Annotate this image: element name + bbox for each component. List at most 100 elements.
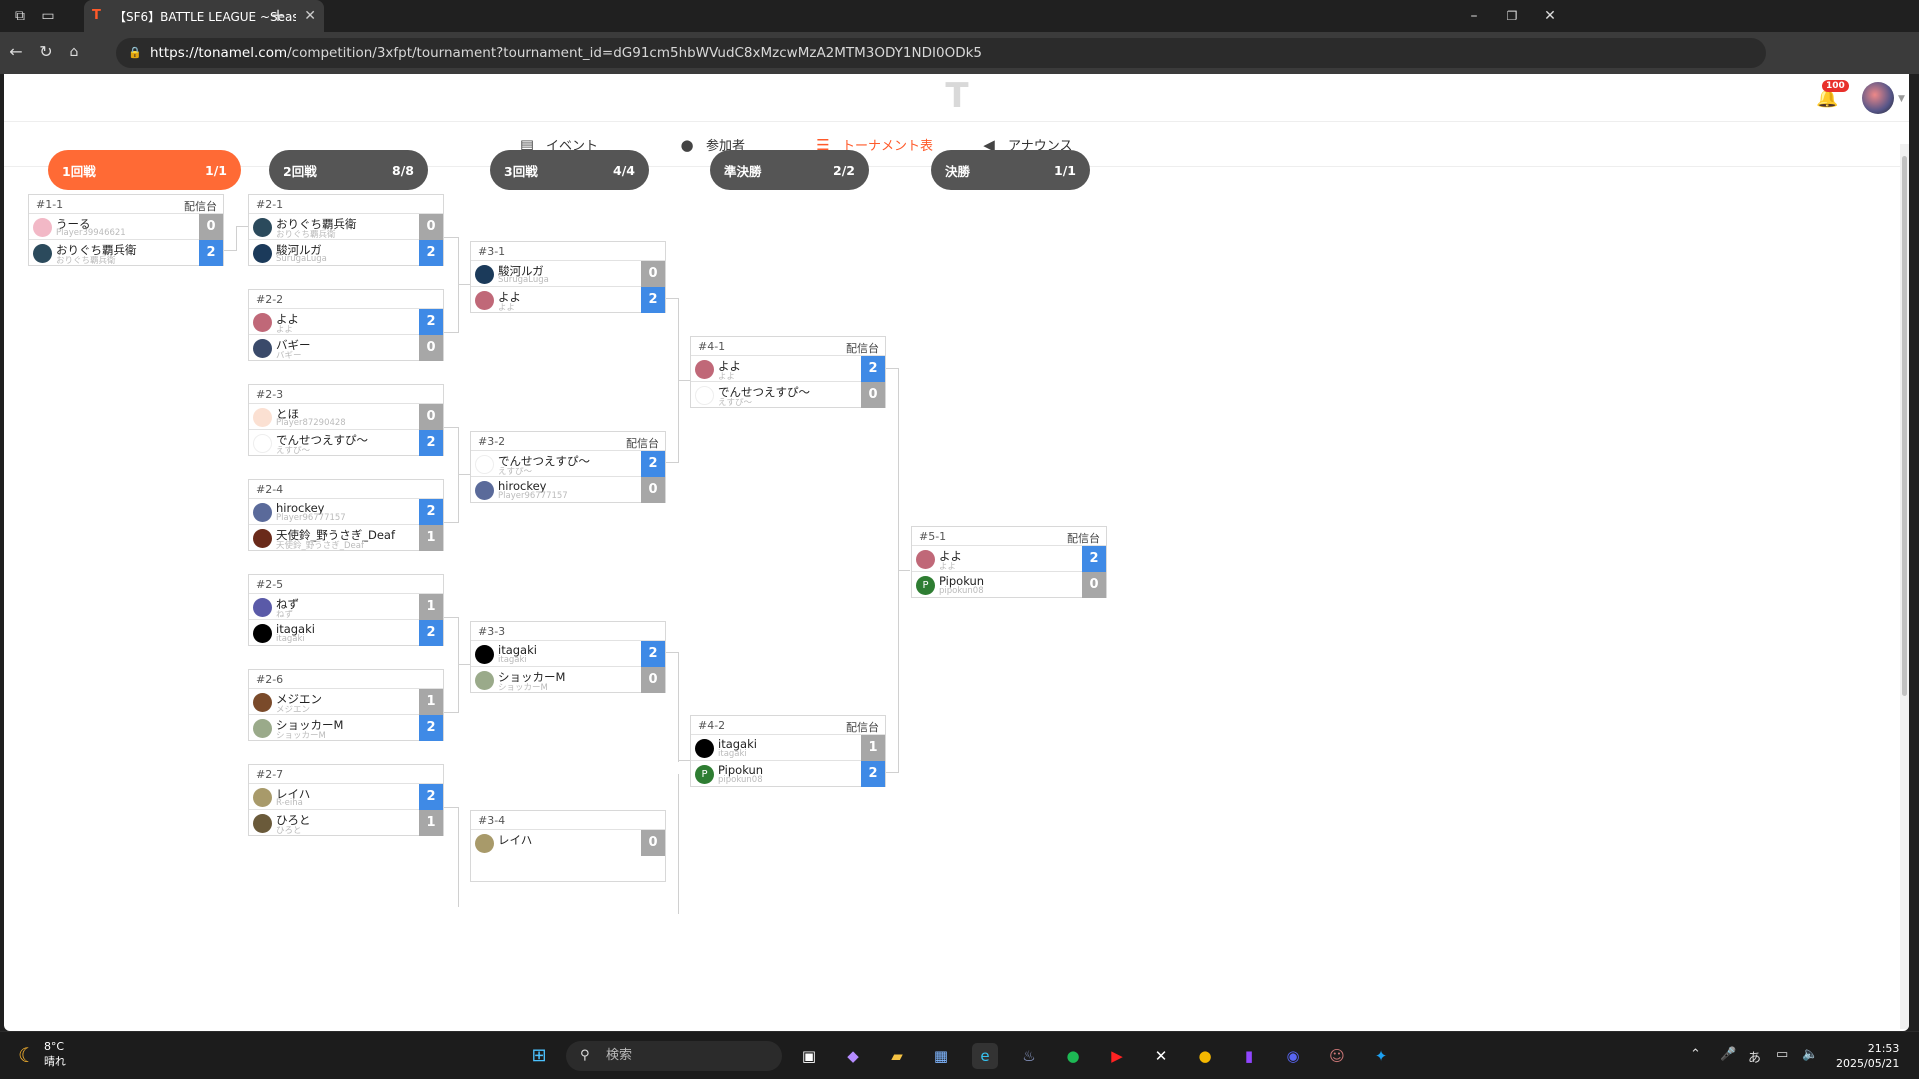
edge-icon[interactable]: e <box>972 1043 998 1069</box>
clock[interactable]: 21:53 2025/05/21 <box>1836 1041 1899 1071</box>
avatar <box>695 360 714 379</box>
start-icon[interactable]: ⊞ <box>526 1043 552 1069</box>
twitter-icon[interactable]: ✦ <box>1368 1043 1394 1069</box>
twitch-icon[interactable]: ▮ <box>1236 1043 1262 1069</box>
match-card-1-1[interactable]: #1-1 配信台 うーる Player39946621 0 おりぐち覇兵衛 おりぐち覇兵… <box>28 194 224 266</box>
close-tab-icon[interactable]: ✕ <box>304 8 316 24</box>
player-row[interactable]: よよ よよ 2 <box>249 309 443 335</box>
close-window-icon[interactable]: ✕ <box>1540 6 1560 26</box>
player-row[interactable]: でんせつえすぴ～ えすぴ～ 2 <box>471 451 665 477</box>
player-row[interactable]: レイハ R-eiha 2 <box>249 784 443 810</box>
score-badge: 1 <box>419 810 443 836</box>
player-row[interactable]: よよ よよ 2 <box>471 287 665 313</box>
player-row[interactable]: でんせつえすぴ～ えすぴ～ 0 <box>691 382 885 408</box>
player-row[interactable]: 駿河ルガ SurugaLuga 2 <box>249 240 443 266</box>
player-row[interactable]: ねず ねず 1 <box>249 594 443 620</box>
store-icon[interactable]: ▦ <box>928 1043 954 1069</box>
avatar <box>253 408 272 427</box>
chevron-up-icon[interactable]: ⌃ <box>1690 1047 1701 1062</box>
match-header: #2-1 <box>249 195 443 214</box>
x-icon[interactable]: ✕ <box>1148 1043 1174 1069</box>
match-card-2-1[interactable]: #2-1 おりぐち覇兵衛 おりぐち覇兵衛 0 駿河ルガ SurugaLuga 2 <box>248 194 444 266</box>
match-id: #2-5 <box>256 578 284 591</box>
new-tab-icon[interactable]: + <box>268 6 288 26</box>
back-icon[interactable]: ← <box>6 42 26 62</box>
round-tab-5[interactable]: 決勝 1/1 <box>931 150 1090 190</box>
player-row[interactable]: レイハ 0 <box>471 830 665 856</box>
scrollbar-thumb[interactable] <box>1902 156 1907 696</box>
round-tab-1[interactable]: 1回戦 1/1 <box>48 150 241 190</box>
round-tab-4[interactable]: 準決勝 2/2 <box>710 150 869 190</box>
user-avatar[interactable] <box>1862 82 1894 114</box>
player-row[interactable]: P Pipokun pipokun08 0 <box>912 572 1106 598</box>
browser-tab[interactable]: T 【SF6】BATTLE LEAGUE ~Season:M ✕ <box>84 0 324 32</box>
player-row[interactable]: 駿河ルガ SurugaLuga 0 <box>471 261 665 287</box>
player-row[interactable]: でんせつえすぴ～ えすぴ～ 2 <box>249 430 443 456</box>
taskbar-search[interactable]: ⚲ 検索 <box>566 1041 782 1071</box>
match-card-2-2[interactable]: #2-2 よよ よよ 2 バギー バギー 0 <box>248 289 444 361</box>
weather-widget[interactable]: ☾ 8°C 晴れ <box>18 1040 66 1069</box>
player-row[interactable]: ひろと ひろと 1 <box>249 810 443 836</box>
task-view-icon[interactable]: ▣ <box>796 1043 822 1069</box>
player-row[interactable]: おりぐち覇兵衛 おりぐち覇兵衛 0 <box>249 214 443 240</box>
match-card-3-2[interactable]: #3-2 配信台 でんせつえすぴ～ えすぴ～ 2 hirockey Player9677… <box>470 431 666 503</box>
match-card-4-2[interactable]: #4-2 配信台 itagaki itagaki 1 P Pipokun pipokun0… <box>690 715 886 787</box>
player-row[interactable]: itagaki itagaki 1 <box>691 735 885 761</box>
tab-actions-icon[interactable]: ▭ <box>38 6 58 26</box>
match-card-2-7[interactable]: #2-7 レイハ R-eiha 2 ひろと ひろと 1 <box>248 764 444 836</box>
ime-indicator[interactable]: あ <box>1748 1047 1761 1066</box>
match-id: #4-2 <box>698 719 726 732</box>
tonamel-logo[interactable]: T <box>934 79 980 113</box>
player-id: ひろと <box>276 826 302 836</box>
minimize-icon[interactable]: – <box>1464 6 1484 26</box>
round-tab-3[interactable]: 3回戦 4/4 <box>490 150 649 190</box>
player-row[interactable]: 天使鈴_野うさぎ_Deaf 天使鈴_野うさぎ_Deaf 1 <box>249 525 443 551</box>
avatar <box>475 481 494 500</box>
discord-icon[interactable]: ◉ <box>1280 1043 1306 1069</box>
round-tab-2[interactable]: 2回戦 8/8 <box>269 150 428 190</box>
player-row[interactable]: P Pipokun pipokun08 2 <box>691 761 885 787</box>
youtube-icon[interactable]: ▶ <box>1104 1043 1130 1069</box>
player-row[interactable]: よよ よよ 2 <box>691 356 885 382</box>
player-id: Player39946621 <box>56 228 126 238</box>
app-avatar-icon[interactable]: ☺ <box>1324 1043 1350 1069</box>
steam-icon[interactable]: ♨ <box>1016 1043 1042 1069</box>
match-card-4-1[interactable]: #4-1 配信台 よよ よよ 2 でんせつえすぴ～ えすぴ～ 0 <box>690 336 886 408</box>
match-card-3-1[interactable]: #3-1 駿河ルガ SurugaLuga 0 よよ よよ 2 <box>470 241 666 313</box>
match-card-2-5[interactable]: #2-5 ねず ねず 1 itagaki itagaki 2 <box>248 574 444 646</box>
match-card-2-6[interactable]: #2-6 メジエン メジエン 1 ショッカーM ショッカーM 2 <box>248 669 444 741</box>
match-card-2-3[interactable]: #2-3 とほ Player87290428 0 でんせつえすぴ～ えすぴ～ 2 <box>248 384 444 456</box>
player-id: えすぴ～ <box>276 446 311 456</box>
player-row[interactable]: itagaki itagaki 2 <box>471 641 665 667</box>
player-row[interactable]: ショッカーM ショッカーM 2 <box>249 715 443 741</box>
restore-icon[interactable]: ❐ <box>1502 6 1522 26</box>
score-badge: 2 <box>861 356 885 382</box>
player-row[interactable]: メジエン メジエン 1 <box>249 689 443 715</box>
match-card-3-3[interactable]: #3-3 itagaki itagaki 2 ショッカーM ショッカーM 0 <box>470 621 666 693</box>
player-row[interactable]: とほ Player87290428 0 <box>249 404 443 430</box>
file-explorer-icon[interactable]: ▰ <box>884 1043 910 1069</box>
player-row[interactable]: hirockey Player96777157 0 <box>471 477 665 503</box>
copilot-app-icon[interactable]: ◆ <box>840 1043 866 1069</box>
player-row[interactable]: よよ よよ 2 <box>912 546 1106 572</box>
player-row[interactable]: うーる Player39946621 0 <box>29 214 223 240</box>
player-row[interactable]: hirockey Player96777157 2 <box>249 499 443 525</box>
app-coin-icon[interactable]: ● <box>1192 1043 1218 1069</box>
match-card-3-4[interactable]: #3-4 レイハ 0 <box>470 810 666 882</box>
chevron-down-icon[interactable]: ▼ <box>1898 94 1905 104</box>
volume-icon[interactable]: 🔈 <box>1802 1047 1818 1062</box>
microphone-icon[interactable]: 🎤 <box>1720 1047 1736 1062</box>
player-row[interactable]: ショッカーM ショッカーM 0 <box>471 667 665 693</box>
home-icon[interactable]: ⌂ <box>64 42 84 62</box>
refresh-icon[interactable]: ↻ <box>36 42 56 62</box>
score-badge: 2 <box>419 784 443 810</box>
spotify-icon[interactable]: ● <box>1060 1043 1086 1069</box>
match-card-2-4[interactable]: #2-4 hirockey Player96777157 2 天使鈴_野うさぎ_De… <box>248 479 444 551</box>
player-row[interactable]: おりぐち覇兵衛 おりぐち覇兵衛 2 <box>29 240 223 266</box>
network-icon[interactable]: ▭ <box>1776 1047 1788 1062</box>
player-row[interactable]: itagaki itagaki 2 <box>249 620 443 646</box>
player-row[interactable]: バギー バギー 0 <box>249 335 443 361</box>
match-card-5-1[interactable]: #5-1 配信台 よよ よよ 2 P Pipokun pipokun08 0 <box>911 526 1107 598</box>
address-bar[interactable]: 🔒 https://tonamel.com/competition/3xfpt/… <box>116 38 1766 68</box>
workspaces-icon[interactable]: ⧉ <box>10 6 30 26</box>
